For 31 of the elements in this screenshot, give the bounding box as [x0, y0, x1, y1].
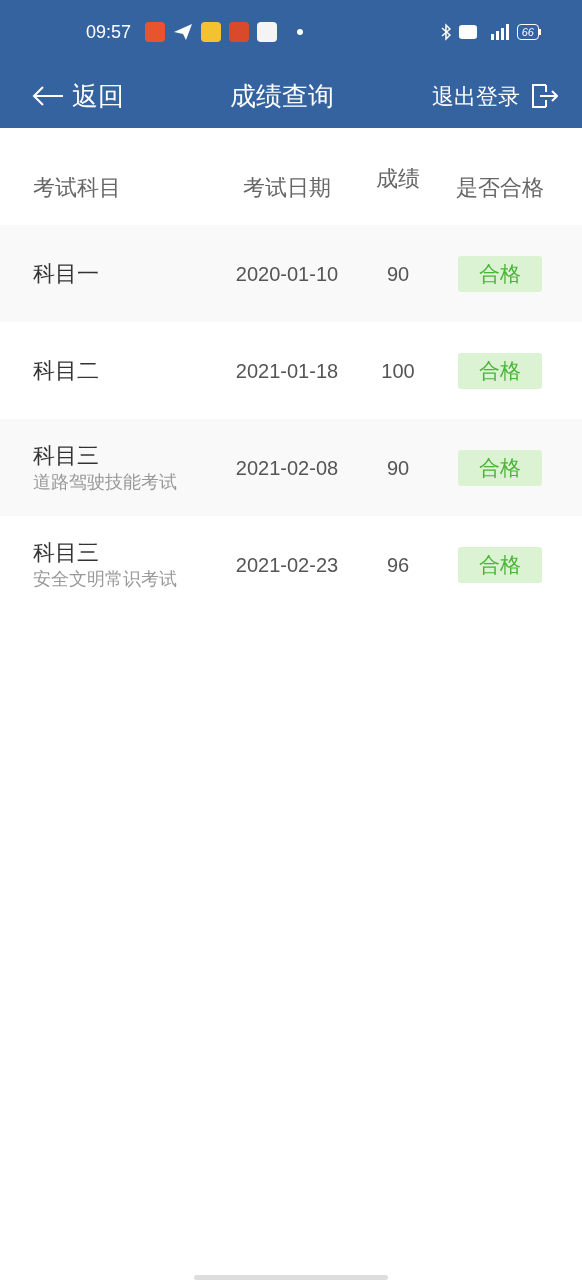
score-cell-text: 96	[385, 552, 411, 578]
back-arrow-icon	[32, 85, 64, 107]
column-header: 考试科目	[32, 174, 122, 202]
logout-button[interactable]: 退出登录	[432, 79, 558, 113]
subject-subtitle: 道路驾驶技能考试	[33, 470, 178, 494]
battery-indicator: 66	[516, 24, 541, 40]
column-header: 成绩	[375, 165, 421, 193]
subject-cell-text: 科目二	[33, 356, 100, 385]
paper-plane-icon	[173, 23, 194, 41]
subject-cell-text: 科目一	[33, 259, 100, 288]
subject-cell-text: 科目三	[33, 538, 100, 567]
subject-cell-text: 科目三	[33, 441, 100, 470]
pass-badge: 合格	[458, 352, 542, 389]
logout-icon	[532, 84, 558, 108]
date-cell-text: 2021-02-08	[234, 455, 340, 481]
subject-subtitle: 安全文明常识考试	[33, 567, 178, 591]
back-button[interactable]: 返回	[32, 76, 124, 116]
column-header: 考试日期	[242, 174, 332, 202]
pass-badge: 合格	[458, 449, 542, 486]
date-cell-text: 2021-01-18	[234, 358, 340, 384]
pass-badge: 合格	[458, 255, 542, 292]
bluetooth-icon	[440, 23, 451, 41]
page-title: 成绩查询	[230, 79, 334, 113]
score-cell-text: 90	[385, 455, 411, 481]
score-cell-text: 90	[385, 261, 411, 287]
date-cell-text: 2021-02-23	[234, 552, 340, 578]
score-cell-text: 100	[380, 358, 416, 384]
status-time: 09:57	[86, 20, 132, 44]
date-cell-text: 2020-01-10	[234, 261, 340, 287]
pass-badge: 合格	[458, 546, 542, 583]
column-header: 是否合格	[455, 174, 545, 202]
